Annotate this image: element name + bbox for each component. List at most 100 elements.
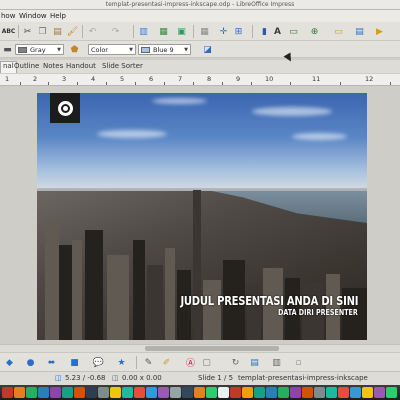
taskbar-app-icon[interactable] [254, 387, 265, 398]
image-icon[interactable]: ▣ [175, 25, 188, 38]
line-color-value: Gray [30, 45, 46, 54]
slide-subtitle[interactable]: DATA DIRI PRESENTER [278, 308, 358, 317]
clone-format-icon[interactable]: 🖌 [66, 25, 79, 38]
taskbar-app-icon[interactable] [266, 387, 277, 398]
menu-help[interactable]: Help [50, 12, 66, 20]
callouts-icon[interactable]: 💬 [92, 356, 105, 369]
taskbar-app-icon[interactable] [26, 387, 37, 398]
tab-outline[interactable]: Outline [14, 62, 39, 70]
arrange-icon[interactable]: ▥ [270, 356, 283, 369]
horizontal-ruler: 1 2 3 4 5 6 7 8 9 10 11 12 [0, 74, 400, 86]
area-color-select[interactable]: Blue 9 ▼ [138, 44, 191, 55]
area-icon[interactable]: ⬟ [68, 43, 81, 56]
slide-title[interactable]: JUDUL PRESENTASI ANDA DI SINI [180, 293, 358, 308]
fontwork-icon[interactable]: Ⓐ [184, 356, 197, 369]
circle-icon[interactable]: ● [24, 356, 37, 369]
taskbar-app-icon[interactable] [386, 387, 397, 398]
building [203, 280, 221, 340]
slide-layout-icon[interactable]: ▭ [287, 25, 300, 38]
shadow-icon[interactable]: ▮ [258, 25, 271, 38]
scrollbar-thumb[interactable] [145, 346, 279, 351]
taskbar-app-icon[interactable] [314, 387, 325, 398]
text-icon[interactable]: A [271, 25, 284, 38]
align-icon[interactable]: ▤ [248, 356, 261, 369]
taskbar-app-icon[interactable] [338, 387, 349, 398]
ruler-number: 7 [178, 75, 183, 83]
taskbar-app-icon[interactable] [350, 387, 361, 398]
line-style-icon[interactable]: ▬ [1, 43, 14, 56]
building [147, 265, 163, 340]
spellcheck-icon[interactable]: ABC [2, 25, 16, 38]
taskbar-app-icon[interactable] [2, 387, 13, 398]
transformations-icon[interactable]: ◪ [201, 43, 214, 56]
gray-swatch [18, 46, 27, 53]
taskbar-app-icon[interactable] [110, 387, 121, 398]
stars-icon[interactable]: ★ [115, 356, 128, 369]
taskbar-app-icon[interactable] [290, 387, 301, 398]
tab-notes[interactable]: Notes [43, 62, 63, 70]
taskbar-app-icon[interactable] [146, 387, 157, 398]
glue-icon[interactable]: ✐ [160, 356, 173, 369]
menu-window[interactable]: Window [19, 12, 47, 20]
taskbar-app-icon[interactable] [86, 387, 97, 398]
taskbar-app-icon[interactable] [206, 387, 217, 398]
taskbar-app-icon[interactable] [218, 387, 229, 398]
taskbar-app-icon[interactable] [98, 387, 109, 398]
select-icon[interactable]: ▫ [292, 356, 305, 369]
crossing-icon[interactable]: ✛ [217, 25, 230, 38]
extrusion-icon[interactable]: ▢ [200, 356, 213, 369]
slide-counter: Slide 1 / 5 [198, 374, 234, 382]
area-color-value: Blue 9 [153, 45, 174, 54]
line-color-select[interactable]: Gray ▼ [15, 44, 64, 55]
taskbar-app-icon[interactable] [242, 387, 253, 398]
master-slide-icon[interactable]: ▤ [353, 25, 366, 38]
drawing-toolbar: ◆ ● ⬌ ■ 💬 ★ ✎ ✐ Ⓐ ▢ ↻ ▤ ▥ ▫ [0, 352, 400, 371]
redo-icon[interactable]: ↷ [109, 25, 122, 38]
taskbar-app-icon[interactable] [374, 387, 385, 398]
ruler-number: 11 [312, 75, 321, 83]
grid-icon[interactable]: ▦ [198, 25, 211, 38]
taskbar-app-icon[interactable] [62, 387, 73, 398]
chart-icon[interactable]: ▥ [137, 25, 150, 38]
paste-icon[interactable]: ▤ [51, 25, 64, 38]
building [85, 230, 103, 340]
tab-handout[interactable]: Handout [66, 62, 96, 70]
ruler-number: 5 [120, 75, 125, 83]
undo-icon[interactable]: ↶ [86, 25, 99, 38]
taskbar-app-icon[interactable] [50, 387, 61, 398]
display-views-icon[interactable]: ▭ [332, 25, 345, 38]
ruler-number: 2 [33, 75, 38, 83]
taskbar-app-icon[interactable] [278, 387, 289, 398]
taskbar-app-icon[interactable] [122, 387, 133, 398]
taskbar-app-icon[interactable] [194, 387, 205, 398]
taskbar-app-icon[interactable] [14, 387, 25, 398]
taskbar-app-icon[interactable] [230, 387, 241, 398]
menu-show[interactable]: how [1, 12, 15, 20]
area-style-select[interactable]: Color ▼ [88, 44, 136, 55]
helplines-icon[interactable]: ⊞ [232, 25, 245, 38]
rotate-icon[interactable]: ↻ [229, 356, 242, 369]
taskbar-app-icon[interactable] [38, 387, 49, 398]
cut-icon[interactable]: ✂ [21, 25, 34, 38]
shapes-icon[interactable]: ◆ [3, 356, 16, 369]
taskbar-app-icon[interactable] [134, 387, 145, 398]
view-tabs: nal Outline Notes Handout Slide Sorter [0, 60, 400, 73]
slideshow-icon[interactable]: ▶ [373, 25, 386, 38]
taskbar-app-icon[interactable] [74, 387, 85, 398]
tab-slide-sorter[interactable]: Slide Sorter [102, 62, 143, 70]
taskbar-app-icon[interactable] [326, 387, 337, 398]
table-icon[interactable]: ▦ [157, 25, 170, 38]
taskbar-app-icon[interactable] [302, 387, 313, 398]
slide-canvas[interactable]: JUDUL PRESENTASI ANDA DI SINI DATA DIRI … [37, 93, 367, 340]
copy-icon[interactable]: ❐ [36, 25, 49, 38]
taskbar-app-icon[interactable] [170, 387, 181, 398]
flowchart-icon[interactable]: ■ [68, 356, 81, 369]
new-slide-icon[interactable]: ⊕ [308, 25, 321, 38]
horizontal-scrollbar[interactable] [0, 344, 400, 352]
taskbar-app-icon[interactable] [362, 387, 373, 398]
points-icon[interactable]: ✎ [142, 356, 155, 369]
taskbar-app-icon[interactable] [158, 387, 169, 398]
arrows-icon[interactable]: ⬌ [45, 356, 58, 369]
ruler-number: 9 [236, 75, 241, 83]
taskbar-app-icon[interactable] [182, 387, 193, 398]
